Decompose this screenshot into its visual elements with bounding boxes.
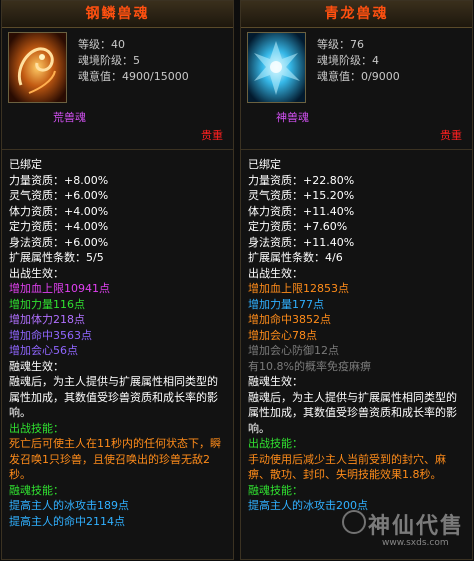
stat-line: 体力资质：+11.40% [248,204,355,218]
bound-status: 已绑定 [9,158,42,171]
battle-effect: 增加会心56点 [9,344,78,357]
dragon-soul-icon[interactable] [247,32,306,103]
fuse-skill: 提高主人的冰攻击189点 [9,499,129,512]
ext-count: 扩展属性条数：4/6 [248,251,343,264]
battle-effect: 增加命中3563点 [9,328,92,342]
level-text: 等级：40 [78,38,125,51]
grade-label: 荒兽魂 [53,111,86,124]
tier-text: 魂境阶级：4 [317,54,379,67]
soul-card-right: 青龙兽魂 等级：76 魂境阶级：4 魂意值：0/9000 神兽魂 贵重 已绑定 … [240,0,473,560]
battle-heading: 出战生效： [9,266,64,280]
stat-line: 定力资质：+7.60% [248,220,348,233]
fuse-description: 融魂后，为主人提供与扩展属性相同类型的属性加成，其数值受珍兽资质和成长率的影响。 [9,375,218,419]
skill-heading: 出战技能： [248,437,303,450]
stat-line: 身法资质：+6.00% [9,235,109,249]
rank-label: 贵重 [440,129,462,142]
skill-description: 手动使用后减少主人当前受到的封穴、麻痹、散功、封印、失明技能效果1.8秒。 [248,452,446,482]
stat-line: 定力资质：+4.00% [9,220,109,233]
grade-label: 神兽魂 [276,111,309,124]
soul-description: 已绑定 力量资质：+8.00% 灵气资质：+6.00% 体力资质：+4.00% … [2,149,233,561]
fuse-description: 融魂后，为主人提供与扩展属性相同类型的属性加成，其数值受珍兽资质和成长率的影响。 [248,390,457,435]
battle-effect: 增加命中3852点 [248,313,331,326]
bound-status: 已绑定 [248,158,281,171]
battle-effect: 增加会心防御12点 [248,344,339,357]
fuse-heading: 融魂生效： [248,375,303,388]
skill-heading: 出战技能： [9,421,64,435]
fuse-skill-heading: 融魂技能： [248,483,303,497]
beast-soul-icon[interactable] [8,32,67,103]
fuse-skill: 提高主人的命中2114点 [9,514,125,528]
stat-line: 力量资质：+8.00% [9,173,109,187]
grade-row: 荒兽魂 贵重 [2,109,233,145]
fuse-heading: 融魂生效： [9,359,64,373]
battle-effect: 增加力量116点 [9,297,85,311]
soul-card-left: 钢鳞兽魂 等级：40 魂境阶级：5 魂意值：4900/15000 荒兽魂 贵重 … [1,0,234,560]
card-title: 青龙兽魂 [241,1,472,28]
soul-value-text: 魂意值：0/9000 [317,70,400,83]
soul-stats: 等级：76 魂境阶级：4 魂意值：0/9000 [317,37,400,85]
fuse-skill-heading: 融魂技能： [9,483,64,497]
soul-stats: 等级：40 魂境阶级：5 魂意值：4900/15000 [78,37,189,85]
battle-effect: 增加血上限10941点 [9,282,110,295]
stat-line: 身法资质：+11.40% [248,235,355,249]
stat-line: 灵气资质：+6.00% [9,189,109,202]
battle-effect: 增加体力218点 [9,313,85,326]
fuse-skill: 提高主人的冰攻击200点 [248,499,368,512]
battle-effect: 增加血上限12853点 [248,282,349,295]
stat-line: 力量资质：+22.80% [248,173,355,187]
stat-line: 灵气资质：+15.20% [248,189,355,202]
grade-row: 神兽魂 贵重 [241,109,472,145]
tier-text: 魂境阶级：5 [78,54,140,67]
soul-value-text: 魂意值：4900/15000 [78,70,189,83]
soul-description: 已绑定 力量资质：+22.80% 灵气资质：+15.20% 体力资质：+11.4… [241,149,472,561]
battle-effect: 增加力量177点 [248,297,324,311]
battle-heading: 出战生效： [248,266,303,280]
battle-effect: 增加会心78点 [248,328,317,342]
battle-effect: 有10.8%的概率免疫麻痹 [248,359,371,373]
rank-label: 贵重 [201,129,223,142]
skill-description: 死亡后可使主人在11秒内的任何状态下，瞬发召唤1只珍兽，且使召唤出的珍兽无敌2秒… [9,437,221,481]
stat-line: 体力资质：+4.00% [9,204,109,218]
ext-count: 扩展属性条数：5/5 [9,251,104,264]
level-text: 等级：76 [317,38,364,51]
card-title: 钢鳞兽魂 [2,1,233,28]
